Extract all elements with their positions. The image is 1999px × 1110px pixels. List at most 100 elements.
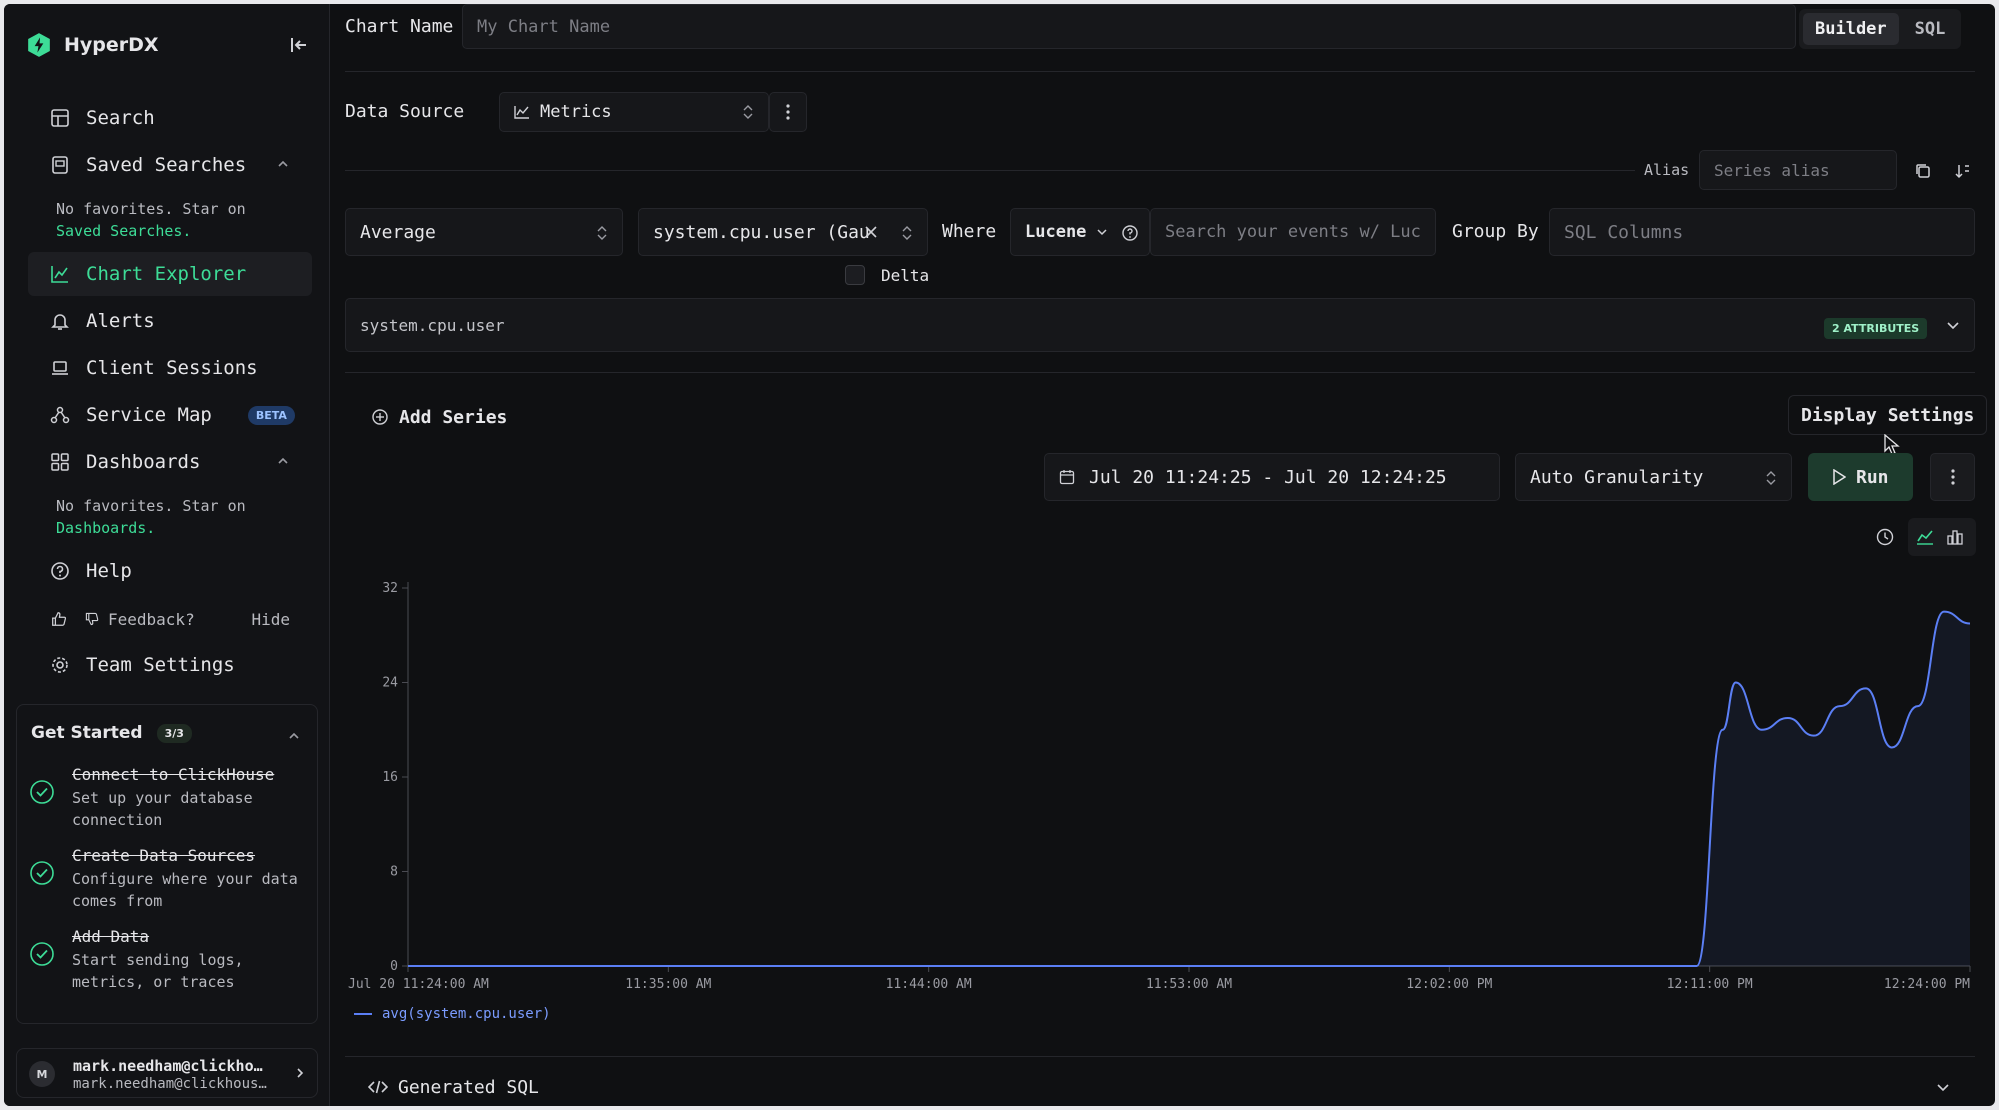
clock-icon[interactable] (1876, 528, 1894, 546)
saved-searches-link[interactable]: Saved Searches. (56, 222, 191, 240)
generated-sql-toggle[interactable]: Generated SQL (368, 1072, 539, 1102)
sql-tab[interactable]: SQL (1903, 13, 1958, 45)
x-tick-label: 12:24:00 PM (1884, 977, 1970, 992)
thumbs-down-icon[interactable] (84, 611, 100, 627)
feedback-link[interactable]: Feedback? (108, 610, 195, 629)
dashboards-link[interactable]: Dashboards. (56, 519, 155, 537)
data-source-select[interactable]: Metrics (499, 92, 769, 132)
aggregation-select[interactable]: Average (345, 208, 623, 256)
sort-icon[interactable] (1954, 162, 1972, 180)
thumbs-up-icon[interactable] (50, 610, 68, 628)
chevron-updown-icon (597, 226, 607, 240)
display-settings-button[interactable]: Display Settings (1788, 395, 1988, 435)
sidebar-item-search[interactable]: Search (28, 96, 312, 140)
hierarchy-icon (50, 406, 70, 424)
task-description: Configure where your data comes from (72, 870, 298, 910)
user-email: mark.needham@clickhous… (73, 1076, 267, 1092)
data-source-value: Metrics (540, 102, 612, 122)
sidebar-item-chart-explorer[interactable]: Chart Explorer (28, 252, 312, 296)
line-chart-icon[interactable] (1916, 528, 1934, 546)
sidebar-item-team-settings[interactable]: Team Settings (28, 643, 312, 687)
empty-note-text: No favorites. Star on (56, 200, 246, 218)
time-range-picker[interactable]: Jul 20 11:24:25 - Jul 20 12:24:25 (1044, 453, 1500, 501)
legend-series-name[interactable]: avg(system.cpu.user) (382, 1006, 551, 1022)
chevron-updown-icon (902, 226, 912, 240)
chevron-down-icon[interactable] (1946, 318, 1960, 332)
check-circle-icon (30, 780, 54, 804)
get-started-header[interactable]: Get Started 3/3 (31, 723, 192, 743)
chevron-up-icon[interactable] (287, 729, 301, 743)
series-alias-input[interactable]: Series alias (1699, 150, 1897, 190)
granularity-select[interactable]: Auto Granularity (1515, 453, 1792, 501)
search-input[interactable]: Search your events w/ Luc (1150, 208, 1436, 256)
add-series-label: Add Series (399, 406, 508, 428)
delta-checkbox[interactable] (845, 265, 865, 285)
help-circle-icon[interactable] (1121, 224, 1139, 242)
builder-tab[interactable]: Builder (1803, 13, 1899, 45)
delta-label: Delta (881, 266, 930, 285)
run-menu-button[interactable] (1930, 453, 1975, 501)
sidebar-item-dashboards[interactable]: Dashboards (28, 440, 312, 484)
sidebar-item-label: Saved Searches (86, 154, 247, 176)
query-language-select[interactable]: Lucene (1010, 208, 1150, 256)
sidebar-item-help[interactable]: Help (28, 549, 312, 593)
sidebar-item-client-sessions[interactable]: Client Sessions (28, 346, 312, 390)
metric-select[interactable]: system.cpu.user (Gau (638, 208, 928, 256)
sidebar-item-label: Search (86, 107, 155, 129)
time-range-value: Jul 20 11:24:25 - Jul 20 12:24:25 (1089, 466, 1447, 488)
group-by-input[interactable]: SQL Columns (1549, 208, 1975, 256)
metric-attributes-row[interactable]: system.cpu.user (345, 298, 1975, 352)
y-tick-label: 24 (382, 676, 398, 691)
sidebar-item-saved-searches[interactable]: Saved Searches (28, 143, 312, 187)
x-tick-label: 11:53:00 AM (1146, 977, 1232, 992)
brand[interactable]: HyperDX (26, 32, 159, 58)
clear-icon[interactable] (863, 224, 879, 240)
sidebar-item-label: Alerts (86, 310, 155, 332)
check-circle-icon (30, 861, 54, 885)
chevron-right-icon (297, 1068, 304, 1078)
series-area (408, 611, 1970, 966)
y-tick-label: 0 (390, 959, 398, 974)
laptop-icon (52, 361, 68, 375)
attributes-badge: 2 ATTRIBUTES (1824, 318, 1928, 339)
sidebar-item-service-map[interactable]: Service Map BETA (28, 393, 312, 437)
gear-icon (52, 657, 68, 673)
app-name: HyperDX (64, 34, 159, 56)
divider (345, 372, 1975, 373)
chart-name-input[interactable]: My Chart Name (462, 4, 1796, 49)
chevron-up-icon[interactable] (276, 157, 290, 171)
user-name: mark.needham@clickho… (73, 1057, 263, 1075)
copy-icon[interactable] (1914, 162, 1932, 180)
legend-swatch (354, 1013, 372, 1015)
data-source-menu-button[interactable] (769, 92, 807, 132)
display-settings-label: Display Settings (1801, 404, 1975, 426)
bell-icon (51, 314, 69, 330)
collapse-sidebar-icon[interactable] (287, 34, 309, 56)
hide-feedback-button[interactable]: Hide (251, 610, 290, 629)
metric-value: system.cpu.user (Gau (653, 221, 870, 243)
calendar-icon (1059, 470, 1075, 485)
chevron-down-icon (1097, 229, 1107, 236)
sidebar-item-label: Help (86, 560, 132, 582)
empty-note-text: No favorites. Star on (56, 497, 246, 515)
chart-legend: avg(system.cpu.user) (354, 1006, 551, 1022)
divider (345, 1056, 1975, 1057)
query-language-value: Lucene (1025, 222, 1087, 242)
x-tick-label: Jul 20 11:24:00 AM (348, 977, 489, 992)
add-series-button[interactable]: Add Series (371, 402, 507, 432)
chart-name-label: Chart Name (345, 16, 454, 37)
help-circle-icon (51, 562, 69, 580)
sidebar-item-alerts[interactable]: Alerts (28, 299, 312, 343)
task-title: Create Data Sources (72, 846, 256, 865)
chevron-down-icon[interactable] (1936, 1080, 1950, 1094)
aggregation-value: Average (360, 221, 436, 243)
user-menu[interactable]: M mark.needham@clickho… mark.needham@cli… (16, 1048, 318, 1098)
chevron-up-icon[interactable] (276, 454, 290, 468)
beta-badge: BETA (247, 405, 295, 425)
chevron-updown-icon (743, 105, 753, 119)
bar-chart-icon[interactable] (1946, 528, 1964, 546)
dots-vertical-icon (786, 104, 790, 120)
sidebar-item-label: Team Settings (86, 654, 235, 676)
run-button[interactable]: Run (1808, 453, 1913, 501)
chart-type-toggle (1908, 518, 1976, 556)
